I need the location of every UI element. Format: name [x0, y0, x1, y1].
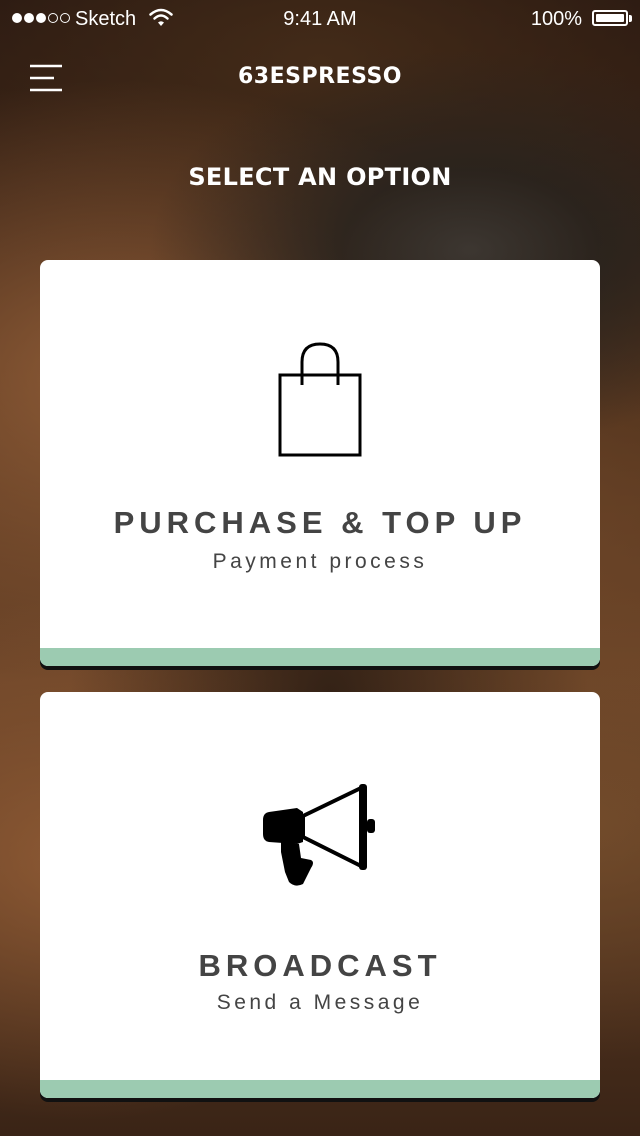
option-title: PURCHASE & TOP UP [113, 505, 527, 540]
battery-tip [629, 15, 632, 22]
shopping-bag-icon [40, 340, 600, 460]
option-subtitle: Payment process [212, 550, 428, 573]
app-title: 63ESPRESSO [238, 64, 402, 89]
page-heading: SELECT AN OPTION [188, 163, 452, 191]
battery-icon [592, 10, 628, 26]
option-title: BROADCAST [198, 948, 442, 983]
card-accent-stripe [40, 1080, 600, 1098]
broadcast-card[interactable]: BROADCAST Send a Message [40, 692, 600, 1098]
purchase-top-up-card[interactable]: PURCHASE & TOP UP Payment process [40, 260, 600, 666]
navigation-bar: 63ESPRESSO [0, 40, 640, 116]
status-bar: Sketch 9:41 AM 100% [0, 0, 640, 40]
battery-percentage: 100% [530, 8, 582, 30]
card-accent-stripe [40, 648, 600, 666]
megaphone-icon [40, 782, 600, 892]
option-subtitle: Send a Message [216, 991, 424, 1014]
